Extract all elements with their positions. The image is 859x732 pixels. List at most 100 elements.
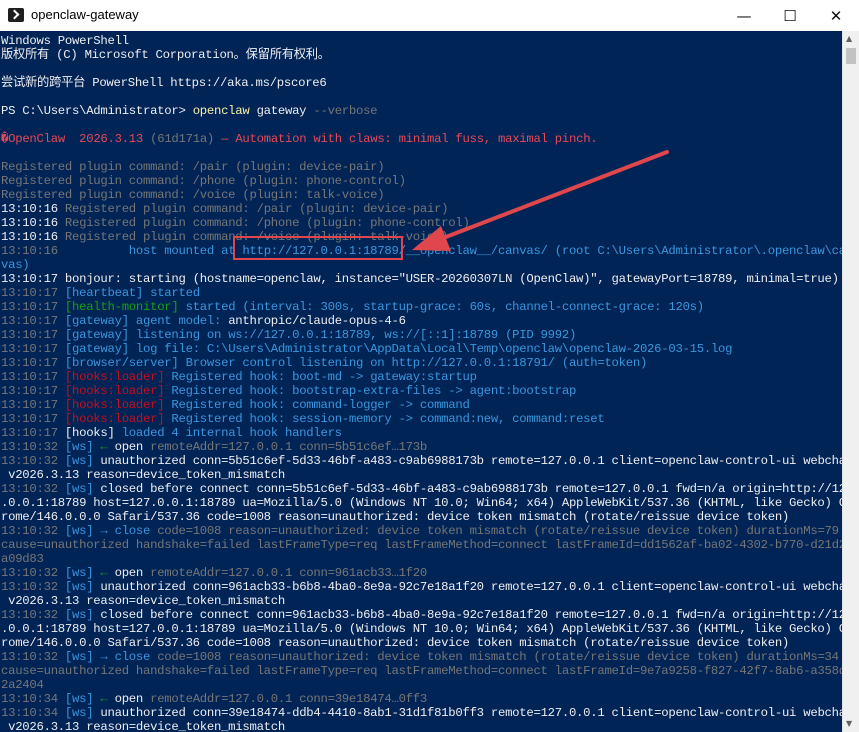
console-text: [ws] [64, 706, 101, 720]
console-text: 13:10:16 [1, 202, 65, 216]
vertical-scrollbar[interactable]: ▲ ▼ [842, 31, 859, 732]
console-line: 2a2404 [1, 678, 44, 692]
powershell-window: openclaw-gateway — ☐ ✕ Windows PowerShel… [0, 0, 859, 732]
console-text: rome/146.0.0.0 Safari/537.36 code=1008 r… [1, 510, 790, 524]
console-text: (61d171a) [150, 132, 215, 146]
console-text: a09d83 [1, 552, 44, 566]
console-text: 13:10:32 [1, 608, 65, 622]
console-text: vas) [1, 258, 30, 272]
console-text: host mounted at http://127.0.0.1:18789/_… [64, 244, 842, 258]
title-bar[interactable]: openclaw-gateway — ☐ ✕ [0, 0, 859, 31]
console-text: 13:10:34 [1, 692, 65, 706]
url-highlight-box [233, 236, 403, 260]
scroll-down-arrow-icon[interactable]: ▼ [846, 719, 852, 728]
console-text: openclaw [192, 104, 250, 118]
scroll-up-arrow-icon[interactable]: ▲ [846, 34, 852, 43]
console-text: Registered plugin command: /phone (plugi… [1, 174, 406, 188]
console-text: [hooks:loader] [64, 412, 172, 426]
console-text: [hooks] [64, 426, 122, 440]
console-line: rome/146.0.0.0 Safari/537.36 code=1008 r… [1, 510, 789, 524]
console-line: 13:10:17 [hooks:loader] Registered hook:… [1, 412, 605, 426]
console-text: [ws] [64, 650, 101, 664]
console-text: closed before connect conn=5b51c6ef-5d33… [100, 482, 842, 496]
console-text: 2a2404 [1, 678, 44, 692]
console-text: [hooks:loader] [64, 398, 172, 412]
scrollbar-thumb[interactable] [846, 48, 856, 64]
console-line: 13:10:17 [gateway] agent model: anthropi… [1, 314, 406, 328]
console-line: v2026.3.13 reason=device_token_mismatch [1, 720, 285, 732]
console-text: remoteAddr=127.0.0.1 conn=5b51c6ef…173b [150, 440, 427, 454]
console-text: ← [100, 566, 115, 580]
console-text: [ws] [64, 608, 101, 622]
console-text: .0.0.1:18789 host=127.0.0.1:18789 ua=Moz… [1, 496, 842, 510]
console-text: PS C:\Users\Administrator> [1, 104, 193, 118]
console-text: → close [100, 650, 158, 664]
console-line: 13:10:34 [ws] ← open remoteAddr=127.0.0.… [1, 692, 427, 706]
console-text: Registered hook: command-logger -> comma… [171, 398, 470, 412]
console-text: anthropic/claude-opus-4-6 [228, 314, 406, 328]
console-text: 13:10:17 [1, 286, 65, 300]
console-line: 13:10:16 Registered plugin command: /pho… [1, 216, 470, 230]
console-line: 13:10:16 host mounted at http://127.0.0.… [1, 244, 842, 258]
console-text: 尝试新的跨平台 PowerShell https://aka.ms/pscore… [1, 76, 327, 90]
console-text: [hooks:loader] [64, 384, 172, 398]
console-line: 13:10:32 [ws] → close code=1008 reason=u… [1, 650, 839, 664]
console-text: 13:10:16 [1, 230, 65, 244]
console-text: [browser/server] Browser control listeni… [64, 356, 648, 370]
console-line: 13:10:17 [hooks:loader] Registered hook:… [1, 370, 477, 384]
console-text: open [114, 692, 151, 706]
console-text: [health-monitor] [64, 300, 186, 314]
console-text: unauthorized conn=961acb33-b6b8-4ba0-8e9… [100, 580, 842, 594]
console-text: 13:10:32 [1, 580, 65, 594]
console-text: 13:10:32 [1, 566, 65, 580]
console-text: v2026.3.13 reason=device_token_mismatch [1, 720, 285, 732]
console-text: remoteAddr=127.0.0.1 conn=961acb33…1f20 [150, 566, 427, 580]
console-text: [gateway] log file: C:\Users\Administrat… [64, 342, 733, 356]
maximize-button[interactable]: ☐ [767, 0, 813, 31]
console-text: Registered plugin command: /pair (plugin… [64, 202, 449, 216]
console-output[interactable]: Windows PowerShell 版权所有 (C) Microsoft Cor… [0, 31, 842, 732]
console-text: open [114, 566, 151, 580]
console-text: 13:10:17 [1, 398, 65, 412]
console-line: 13:10:16 Registered plugin command: /pai… [1, 202, 449, 216]
console-line: 13:10:34 [ws] unauthorized conn=39e18474… [1, 706, 842, 720]
console-text: → close [100, 524, 158, 538]
console-line: 13:10:17 [heartbeat] started [1, 286, 200, 300]
console-line: 13:10:32 [ws] ← open remoteAddr=127.0.0.… [1, 566, 427, 580]
console-text: gateway [249, 104, 314, 118]
console-text: [gateway] listening on ws://127.0.0.1:18… [64, 328, 577, 342]
console-line: PS C:\Users\Administrator> openclaw gate… [1, 104, 378, 118]
close-button[interactable]: ✕ [813, 0, 859, 31]
console-text: �OpenClaw 2026.3.13 [1, 132, 151, 146]
console-text: Windows PowerShell [1, 34, 129, 48]
console-text: unauthorized conn=39e18474-ddb4-4410-8ab… [100, 706, 842, 720]
console-text: 13:10:17 [1, 272, 65, 286]
console-text: [ws] [64, 454, 101, 468]
console-line: 13:10:32 [ws] closed before connect conn… [1, 608, 842, 622]
console-text: --verbose [313, 104, 378, 118]
console-text: Registered plugin command: /pair (plugin… [1, 160, 385, 174]
console-line: 13:10:17 [hooks:loader] Registered hook:… [1, 398, 470, 412]
console-text: 13:10:17 [1, 412, 65, 426]
console-text: 13:10:17 [1, 314, 65, 328]
console-text: 13:10:32 [1, 440, 65, 454]
console-line: .0.0.1:18789 host=127.0.0.1:18789 ua=Moz… [1, 622, 842, 636]
console-text: 13:10:16 [1, 216, 65, 230]
console-text: closed before connect conn=961acb33-b6b8… [100, 608, 842, 622]
console-text: remoteAddr=127.0.0.1 conn=39e18474…0ff3 [150, 692, 427, 706]
console-text: [ws] [64, 566, 101, 580]
console-line: 13:10:17 [gateway] listening on ws://127… [1, 328, 576, 342]
console-text: [ws] [64, 580, 101, 594]
console-text: cause=unauthorized handshake=failed last… [1, 538, 842, 552]
console-text: cause=unauthorized handshake=failed last… [1, 664, 842, 678]
minimize-button[interactable]: — [721, 0, 767, 31]
powershell-icon [8, 8, 24, 22]
console-text: [ws] [64, 692, 101, 706]
console-line: Registered plugin command: /pair (plugin… [1, 160, 385, 174]
console-text: 13:10:32 [1, 482, 65, 496]
console-line: 尝试新的跨平台 PowerShell https://aka.ms/pscore… [1, 76, 327, 90]
console-text: ← [100, 692, 115, 706]
console-line: 13:10:32 [ws] unauthorized conn=961acb33… [1, 580, 842, 594]
console-text: ← [100, 440, 115, 454]
console-line: 13:10:17 [health-monitor] started (inter… [1, 300, 704, 314]
